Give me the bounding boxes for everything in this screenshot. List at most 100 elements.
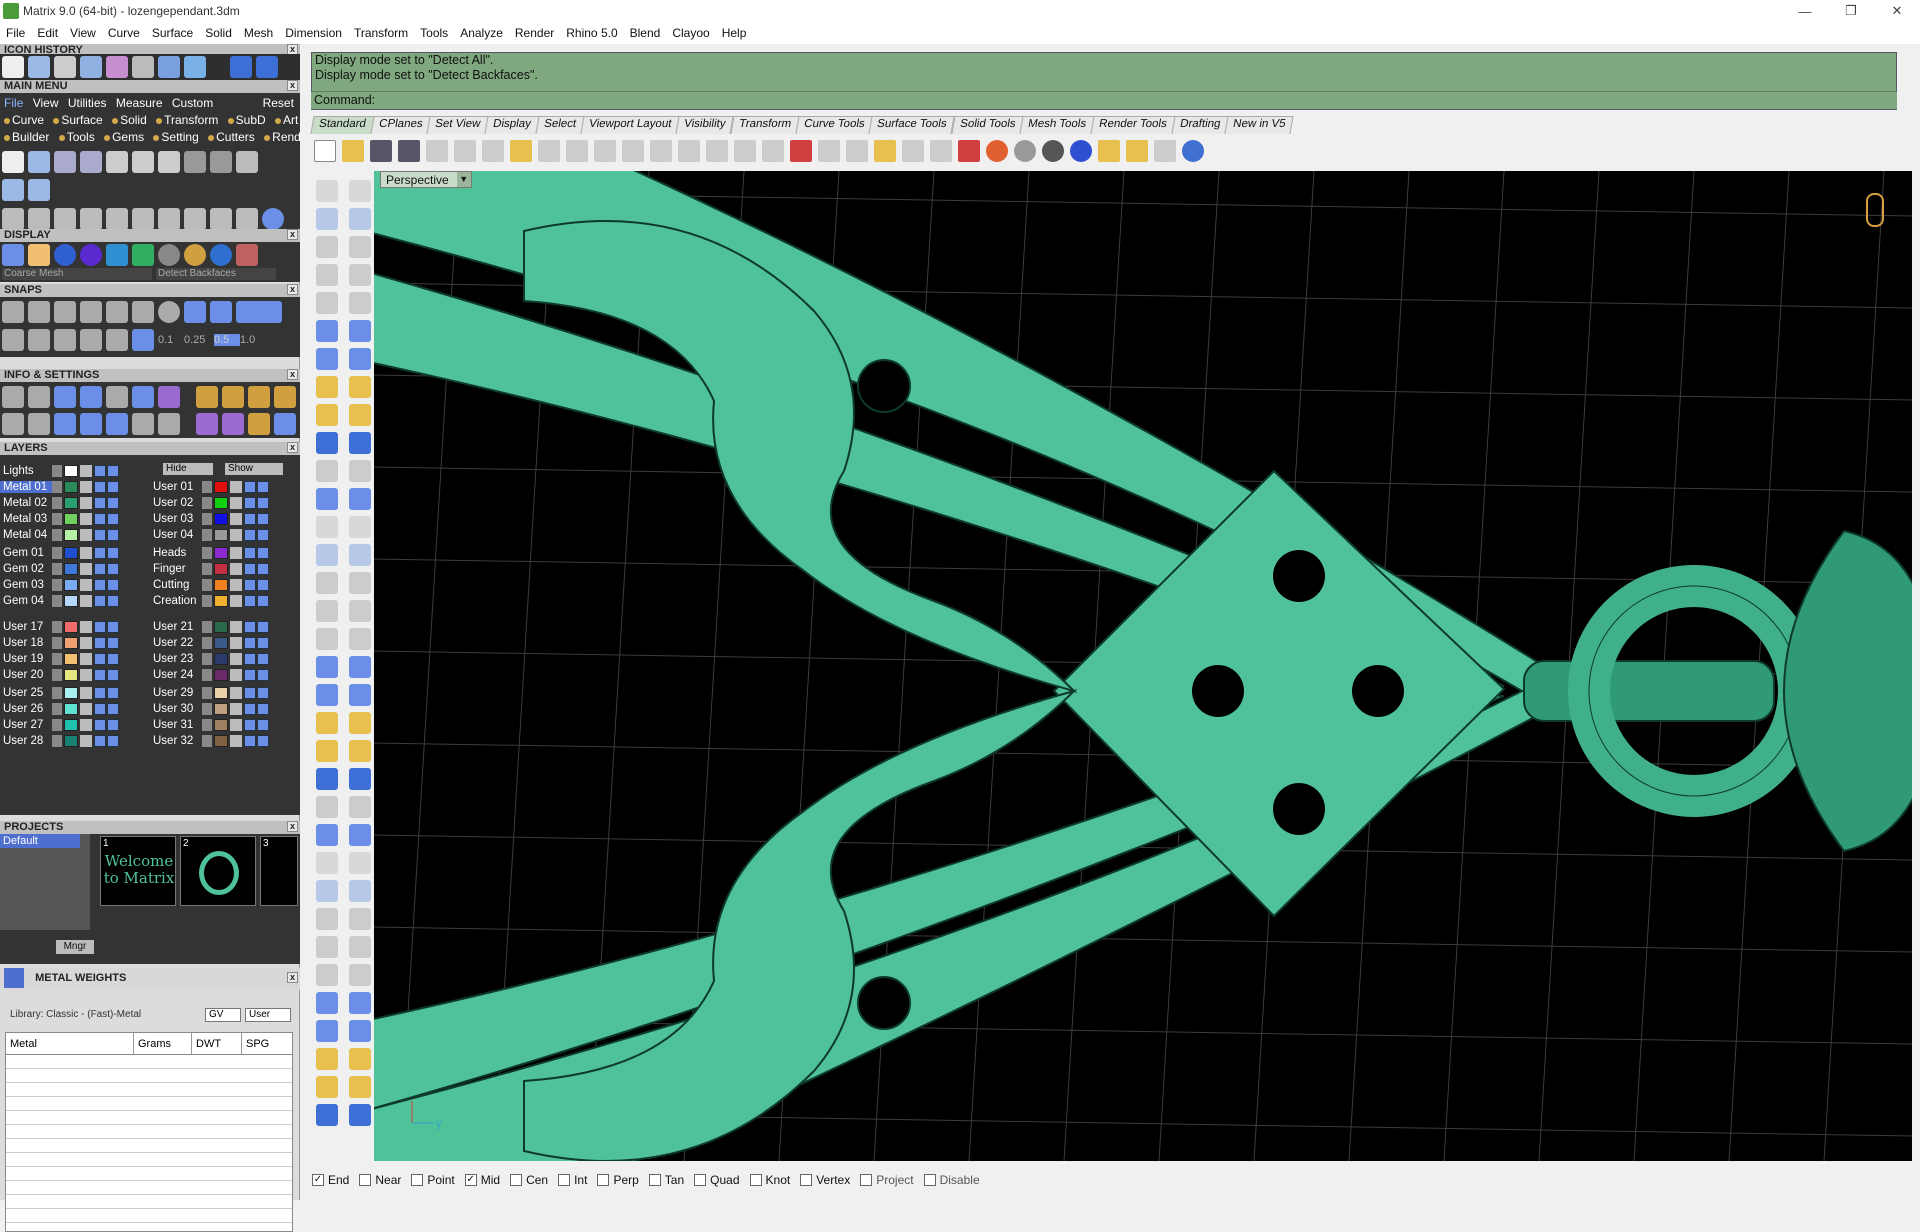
layer-row[interactable]: User 31	[150, 717, 270, 733]
undo-icon[interactable]	[538, 140, 560, 162]
snap-icon[interactable]	[132, 329, 154, 351]
zoom-icon[interactable]	[622, 140, 644, 162]
layer-name[interactable]: Heads	[150, 547, 202, 559]
layer-row[interactable]: User 02	[150, 495, 270, 511]
layer-row[interactable]: User 28	[0, 733, 120, 749]
display-mode-icon[interactable]	[184, 244, 206, 266]
visibility-icon[interactable]	[94, 595, 106, 607]
tool-icon[interactable]	[210, 208, 232, 230]
layer-row[interactable]: User 20	[0, 667, 120, 683]
options-gear-icon[interactable]	[1126, 140, 1148, 162]
osnap-tan[interactable]: Tan	[648, 1173, 684, 1187]
modeling-tool-icon[interactable]	[349, 936, 371, 958]
points-icon[interactable]	[874, 140, 896, 162]
command-input[interactable]: Command:	[311, 91, 1897, 109]
layer-color-swatch[interactable]	[64, 637, 78, 649]
modeling-tool-icon[interactable]	[316, 852, 338, 874]
checkbox[interactable]	[923, 1174, 936, 1186]
visibility-icon[interactable]	[107, 687, 119, 699]
osnap-knot[interactable]: Knot	[749, 1173, 790, 1187]
layer-color-swatch[interactable]	[64, 719, 78, 731]
visibility-icon[interactable]	[244, 703, 256, 715]
export-icon[interactable]	[80, 151, 102, 173]
checkbox[interactable]	[648, 1174, 661, 1186]
layer-arrow-icon[interactable]	[202, 621, 212, 633]
open-icon[interactable]	[342, 140, 364, 162]
visibility-icon[interactable]	[244, 513, 256, 525]
menu-clayoo[interactable]: Clayoo	[672, 26, 709, 40]
snap-icon[interactable]	[158, 301, 180, 323]
osnap-near[interactable]: Near	[359, 1173, 401, 1187]
layer-arrow-icon[interactable]	[202, 497, 212, 509]
layer-arrow-icon[interactable]	[52, 637, 62, 649]
curve-tool-icon[interactable]	[28, 208, 50, 230]
layer-color-swatch[interactable]	[214, 481, 228, 493]
visibility-icon[interactable]	[107, 529, 119, 541]
modeling-tool-icon[interactable]	[349, 208, 371, 230]
layer-color-swatch[interactable]	[64, 703, 78, 715]
modeling-tool-icon[interactable]	[316, 684, 338, 706]
tool-icon[interactable]	[132, 208, 154, 230]
lock-icon[interactable]	[230, 669, 242, 681]
project-thumb-2[interactable]: 2	[180, 836, 256, 906]
document-icon[interactable]	[28, 179, 50, 201]
project-thumb-1[interactable]: 1 Welcome to Matrix	[100, 836, 176, 906]
layer-row[interactable]: Finger	[150, 561, 270, 577]
snap-icon[interactable]	[210, 301, 232, 323]
visibility-icon[interactable]	[257, 579, 269, 591]
visibility-icon[interactable]	[107, 703, 119, 715]
layer-row[interactable]: Gem 02	[0, 561, 120, 577]
checkbox[interactable]	[510, 1174, 523, 1186]
display-mode-icon[interactable]	[210, 244, 232, 266]
modeling-tool-icon[interactable]	[316, 908, 338, 930]
modeling-tool-icon[interactable]	[349, 320, 371, 342]
layer-arrow-icon[interactable]	[202, 547, 212, 559]
tool-icon[interactable]	[236, 208, 258, 230]
layer-arrow-icon[interactable]	[52, 595, 62, 607]
menu-analyze[interactable]: Analyze	[460, 26, 503, 40]
tab-surface-tools[interactable]: Surface Tools	[868, 116, 956, 134]
layer-row[interactable]: Metal 02	[0, 495, 120, 511]
visibility-icon[interactable]	[94, 547, 106, 559]
visibility-icon[interactable]	[94, 687, 106, 699]
layer-color-swatch[interactable]	[214, 563, 228, 575]
minimize-icon[interactable]: —	[1782, 0, 1828, 22]
info-icon[interactable]	[54, 386, 76, 408]
layer-color-swatch[interactable]	[214, 735, 228, 747]
visibility-icon[interactable]	[244, 481, 256, 493]
menu-rhino5[interactable]: Rhino 5.0	[566, 26, 617, 40]
layer-row[interactable]: Metal 01	[0, 479, 120, 495]
close-icon[interactable]: x	[287, 442, 298, 453]
menu-builder-item[interactable]: Builder	[4, 130, 49, 144]
layer-arrow-icon[interactable]	[202, 637, 212, 649]
lock-icon[interactable]	[80, 497, 92, 509]
modeling-tool-icon[interactable]	[349, 516, 371, 538]
menu-edit[interactable]: Edit	[37, 26, 58, 40]
help-icon[interactable]	[1182, 140, 1204, 162]
layer-name[interactable]: User 17	[0, 621, 52, 633]
main-menu-tab-utilities[interactable]: Utilities	[68, 96, 107, 110]
visibility-icon[interactable]	[107, 465, 119, 477]
layer-row[interactable]: User 21	[150, 619, 270, 635]
layer-name[interactable]: User 21	[150, 621, 202, 633]
visibility-icon[interactable]	[244, 735, 256, 747]
visibility-icon[interactable]	[257, 703, 269, 715]
move-icon[interactable]	[106, 208, 128, 230]
layer-row[interactable]: Gem 01	[0, 545, 120, 561]
info-icon[interactable]	[274, 413, 296, 435]
visibility-icon[interactable]	[244, 653, 256, 665]
lock-icon[interactable]	[80, 719, 92, 731]
tool-icon[interactable]	[158, 208, 180, 230]
restore-icon[interactable]: ❐	[1828, 0, 1874, 22]
visibility-icon[interactable]	[94, 669, 106, 681]
settings-icon[interactable]	[2, 386, 24, 408]
modeling-tool-icon[interactable]	[349, 796, 371, 818]
lock-icon[interactable]	[80, 735, 92, 747]
layer-row[interactable]: User 18	[0, 635, 120, 651]
layer-row[interactable]: User 25	[0, 685, 120, 701]
modeling-tool-icon[interactable]	[316, 488, 338, 510]
project-list[interactable]: Default	[0, 834, 90, 930]
chevron-down-icon[interactable]: ▼	[456, 172, 471, 187]
layer-row[interactable]: User 27	[0, 717, 120, 733]
visibility-icon[interactable]	[107, 719, 119, 731]
